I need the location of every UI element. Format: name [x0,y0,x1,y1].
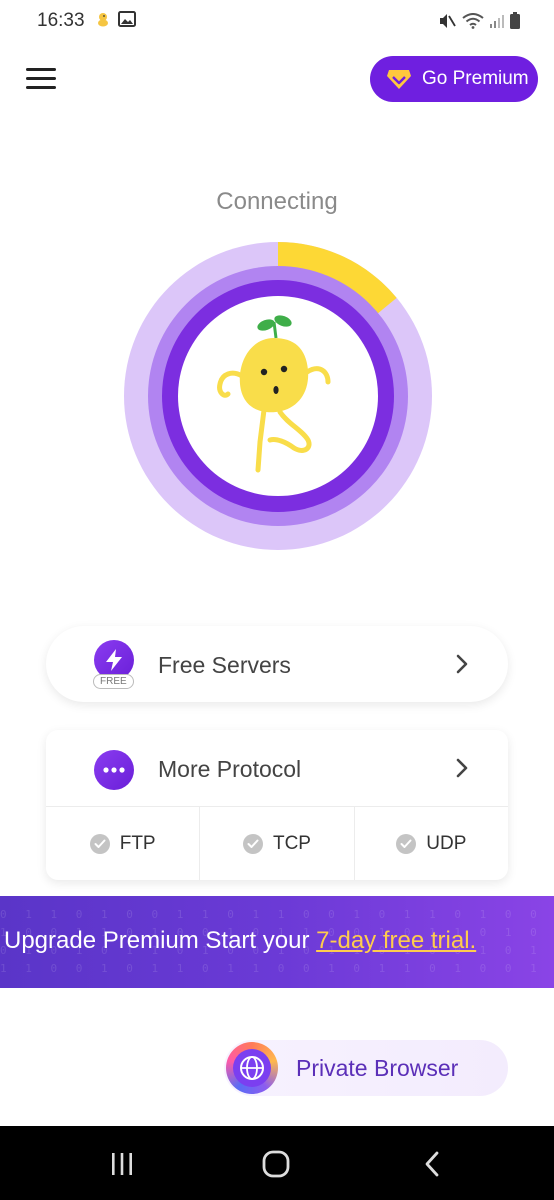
system-nav-bar [0,1126,554,1200]
protocol-option-ftp[interactable]: FTP [46,807,199,880]
check-icon [242,833,263,854]
free-servers-card[interactable]: FREE Free Servers [46,626,508,702]
back-icon [425,1151,439,1177]
free-servers-label: Free Servers [158,652,291,678]
upgrade-banner[interactable]: 0 1 1 0 1 0 0 1 1 0 1 1 0 0 1 0 1 1 0 1 … [0,896,554,988]
connection-status: Connecting [216,188,338,215]
protocol-option-label: UDP [426,832,467,854]
signal-icon [490,13,504,34]
go-premium-label: Go Premium [422,68,529,89]
protocol-option-label: FTP [119,832,156,854]
wifi-icon [462,12,484,34]
more-protocol-label: More Protocol [158,756,302,782]
check-icon [89,833,110,854]
more-protocol-row[interactable]: More Protocol [46,730,508,806]
menu-button[interactable] [24,64,58,94]
more-dots-icon [94,750,134,790]
check-icon [396,833,417,854]
home-button[interactable] [246,1144,306,1184]
hamburger-icon [26,68,56,71]
chevron-right-icon [456,654,468,679]
free-trial-link[interactable]: 7-day free trial. [316,927,476,954]
mute-icon [438,13,456,34]
image-notification-icon [118,11,136,32]
protocol-option-tcp[interactable]: TCP [199,807,353,880]
protocol-option-label: TCP [272,832,311,854]
recent-apps-icon [112,1153,132,1175]
recent-apps-button[interactable] [92,1144,152,1184]
chevron-right-icon [456,758,468,783]
diamond-icon [386,68,412,90]
battery-icon [510,12,520,34]
globe-icon [233,1049,271,1087]
protocol-option-udp[interactable]: UDP [353,807,508,880]
free-badge: FREE [93,674,134,689]
chick-notification-icon [96,11,110,32]
private-browser-label: Private Browser [296,1055,459,1081]
private-browser-button[interactable]: Private Browser [224,1040,508,1096]
connect-button[interactable] [124,242,432,550]
status-time: 16:33 [37,10,85,31]
banner-text: Upgrade Premium Start your 7-day free tr… [4,927,477,954]
protocol-card: More Protocol FTP TCP UDP [46,730,508,880]
status-bar: 16:33 [0,0,554,46]
go-premium-button[interactable]: Go Premium [370,56,538,102]
back-button[interactable] [402,1144,462,1184]
home-icon [262,1150,290,1178]
protocol-options: FTP TCP UDP [46,807,508,880]
